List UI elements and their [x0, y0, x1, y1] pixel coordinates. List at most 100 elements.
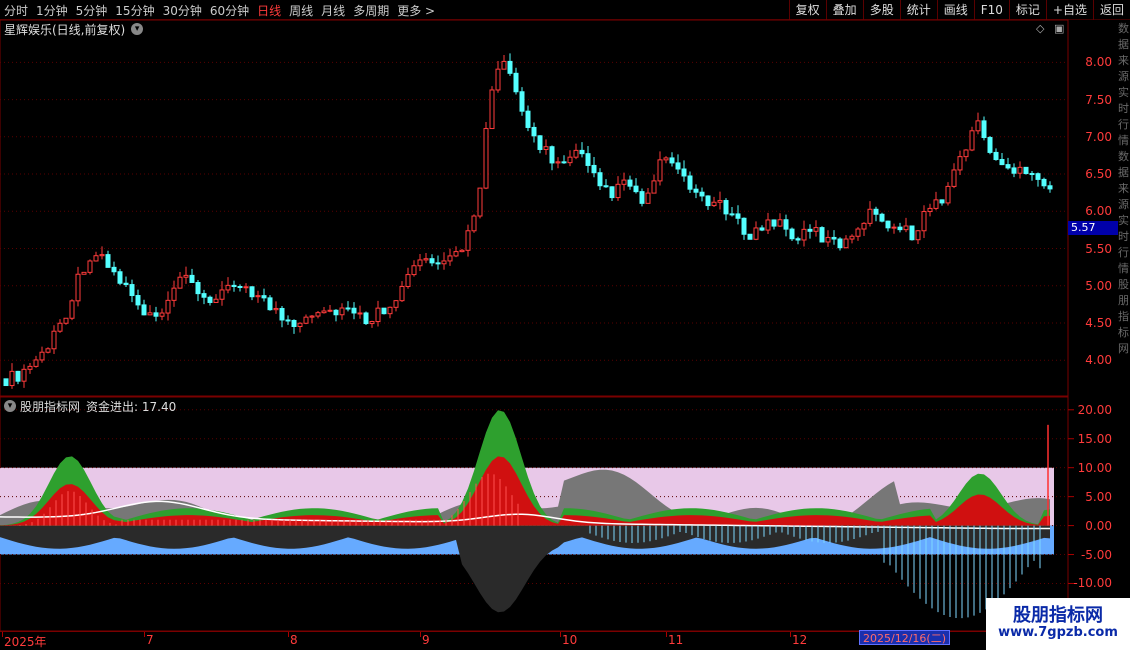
chart-canvas[interactable]: [0, 0, 1118, 631]
candle-up: [171, 287, 177, 301]
candle-up: [975, 120, 981, 132]
candle-up: [867, 208, 873, 224]
indicator-tick-label: 10.00: [1077, 460, 1112, 475]
candle-up: [303, 316, 309, 324]
candle-down: [525, 110, 531, 128]
candle-up: [441, 260, 447, 265]
candle-up: [75, 273, 81, 302]
main-chart-frame: [0, 19, 1069, 397]
candle-up: [99, 254, 105, 257]
candle-down: [429, 258, 435, 264]
candle-up: [915, 230, 921, 241]
candle-up: [9, 370, 15, 387]
candle-down: [1023, 166, 1029, 175]
candle-up: [357, 312, 363, 315]
chevron-down-icon[interactable]: ▾: [4, 400, 16, 412]
candle-up: [825, 236, 831, 243]
candle-down: [237, 286, 243, 289]
candle-up: [777, 219, 783, 227]
candle-up: [963, 149, 969, 158]
x-axis-tick: [420, 632, 421, 637]
price-tick-label: 6.50: [1085, 167, 1112, 182]
candle-down: [639, 191, 645, 204]
candle-up: [387, 306, 393, 315]
candle-up: [21, 368, 27, 382]
candle-up: [861, 222, 867, 230]
candle-down: [885, 220, 891, 229]
x-axis-tick: [144, 632, 145, 637]
candle-up: [969, 130, 975, 151]
dark-outflow-area: [0, 525, 1050, 613]
x-axis-tick: [790, 632, 791, 637]
price-tick-label: 4.00: [1085, 353, 1112, 368]
candle-up: [147, 312, 153, 316]
candle-down: [123, 282, 129, 286]
candle-down: [597, 172, 603, 187]
candle-down: [291, 319, 297, 327]
candle-down: [795, 238, 801, 241]
candle-up: [489, 89, 495, 130]
candle-down: [993, 151, 999, 161]
x-axis-label: 9: [422, 633, 430, 647]
candle-down: [759, 227, 765, 231]
candle-up: [495, 68, 501, 91]
candle-up: [465, 230, 471, 251]
x-axis: 2025年 7 8 9 10 11 12: [0, 631, 1130, 650]
x-axis-label: 7: [146, 633, 154, 647]
indicator-tick-label: 0.00: [1085, 518, 1112, 533]
candle-down: [987, 137, 993, 153]
candle-down: [279, 307, 285, 321]
candle-down: [819, 227, 825, 243]
candle-down: [537, 135, 543, 150]
candle-down: [15, 370, 21, 382]
candle-down: [729, 213, 735, 216]
candle-down: [909, 225, 915, 241]
candle-up: [453, 251, 459, 257]
candle-up: [921, 211, 927, 232]
candle-down: [1005, 164, 1011, 169]
candle-down: [789, 228, 795, 240]
candle-up: [1017, 166, 1023, 174]
candle-down: [3, 378, 9, 387]
candle-up: [477, 187, 483, 217]
x-axis-tick: [560, 632, 561, 637]
current-price-tag: 5.57: [1068, 221, 1118, 235]
candle-down: [681, 168, 687, 177]
candle-down: [591, 164, 597, 174]
x-axis-tick: [288, 632, 289, 637]
candle-down: [1035, 173, 1041, 180]
candle-down: [705, 195, 711, 207]
candle-down: [1011, 167, 1017, 174]
candle-down: [285, 319, 291, 322]
candle-up: [555, 161, 561, 164]
candle-up: [417, 259, 423, 267]
candle-up: [297, 322, 303, 327]
candle-up: [621, 179, 627, 185]
stock-chart-window: 分时 1分钟 5分钟 15分钟 30分钟 60分钟 日线 周线 月线 多周期 更多 > 复权 叠加 多股…: [0, 0, 1130, 650]
candle-down: [381, 307, 387, 315]
candle-down: [735, 213, 741, 219]
candle-down: [873, 208, 879, 215]
candle-down: [609, 186, 615, 199]
candle-up: [957, 156, 963, 171]
candle-up: [471, 215, 477, 232]
candle-up: [393, 300, 399, 308]
candle-up: [459, 249, 465, 253]
price-tick-label: 5.50: [1085, 241, 1112, 256]
price-tick-label: 5.00: [1085, 278, 1112, 293]
candle-down: [837, 238, 843, 249]
candle-up: [501, 60, 507, 70]
candle-down: [897, 226, 903, 231]
price-tick-label: 7.00: [1085, 129, 1112, 144]
candle-down: [207, 296, 213, 303]
candle-up: [903, 225, 909, 231]
indicator-tick-label: -10.00: [1073, 576, 1112, 591]
watermark-logo: 股朋指标网 www.7gpzb.com: [986, 598, 1130, 650]
candle-up: [717, 200, 723, 203]
watermark-name: 股朋指标网: [1013, 605, 1103, 626]
candle-down: [129, 284, 135, 297]
candle-up: [27, 365, 33, 370]
candle-down: [201, 293, 207, 298]
candle-down: [783, 219, 789, 230]
candle-down: [633, 185, 639, 193]
